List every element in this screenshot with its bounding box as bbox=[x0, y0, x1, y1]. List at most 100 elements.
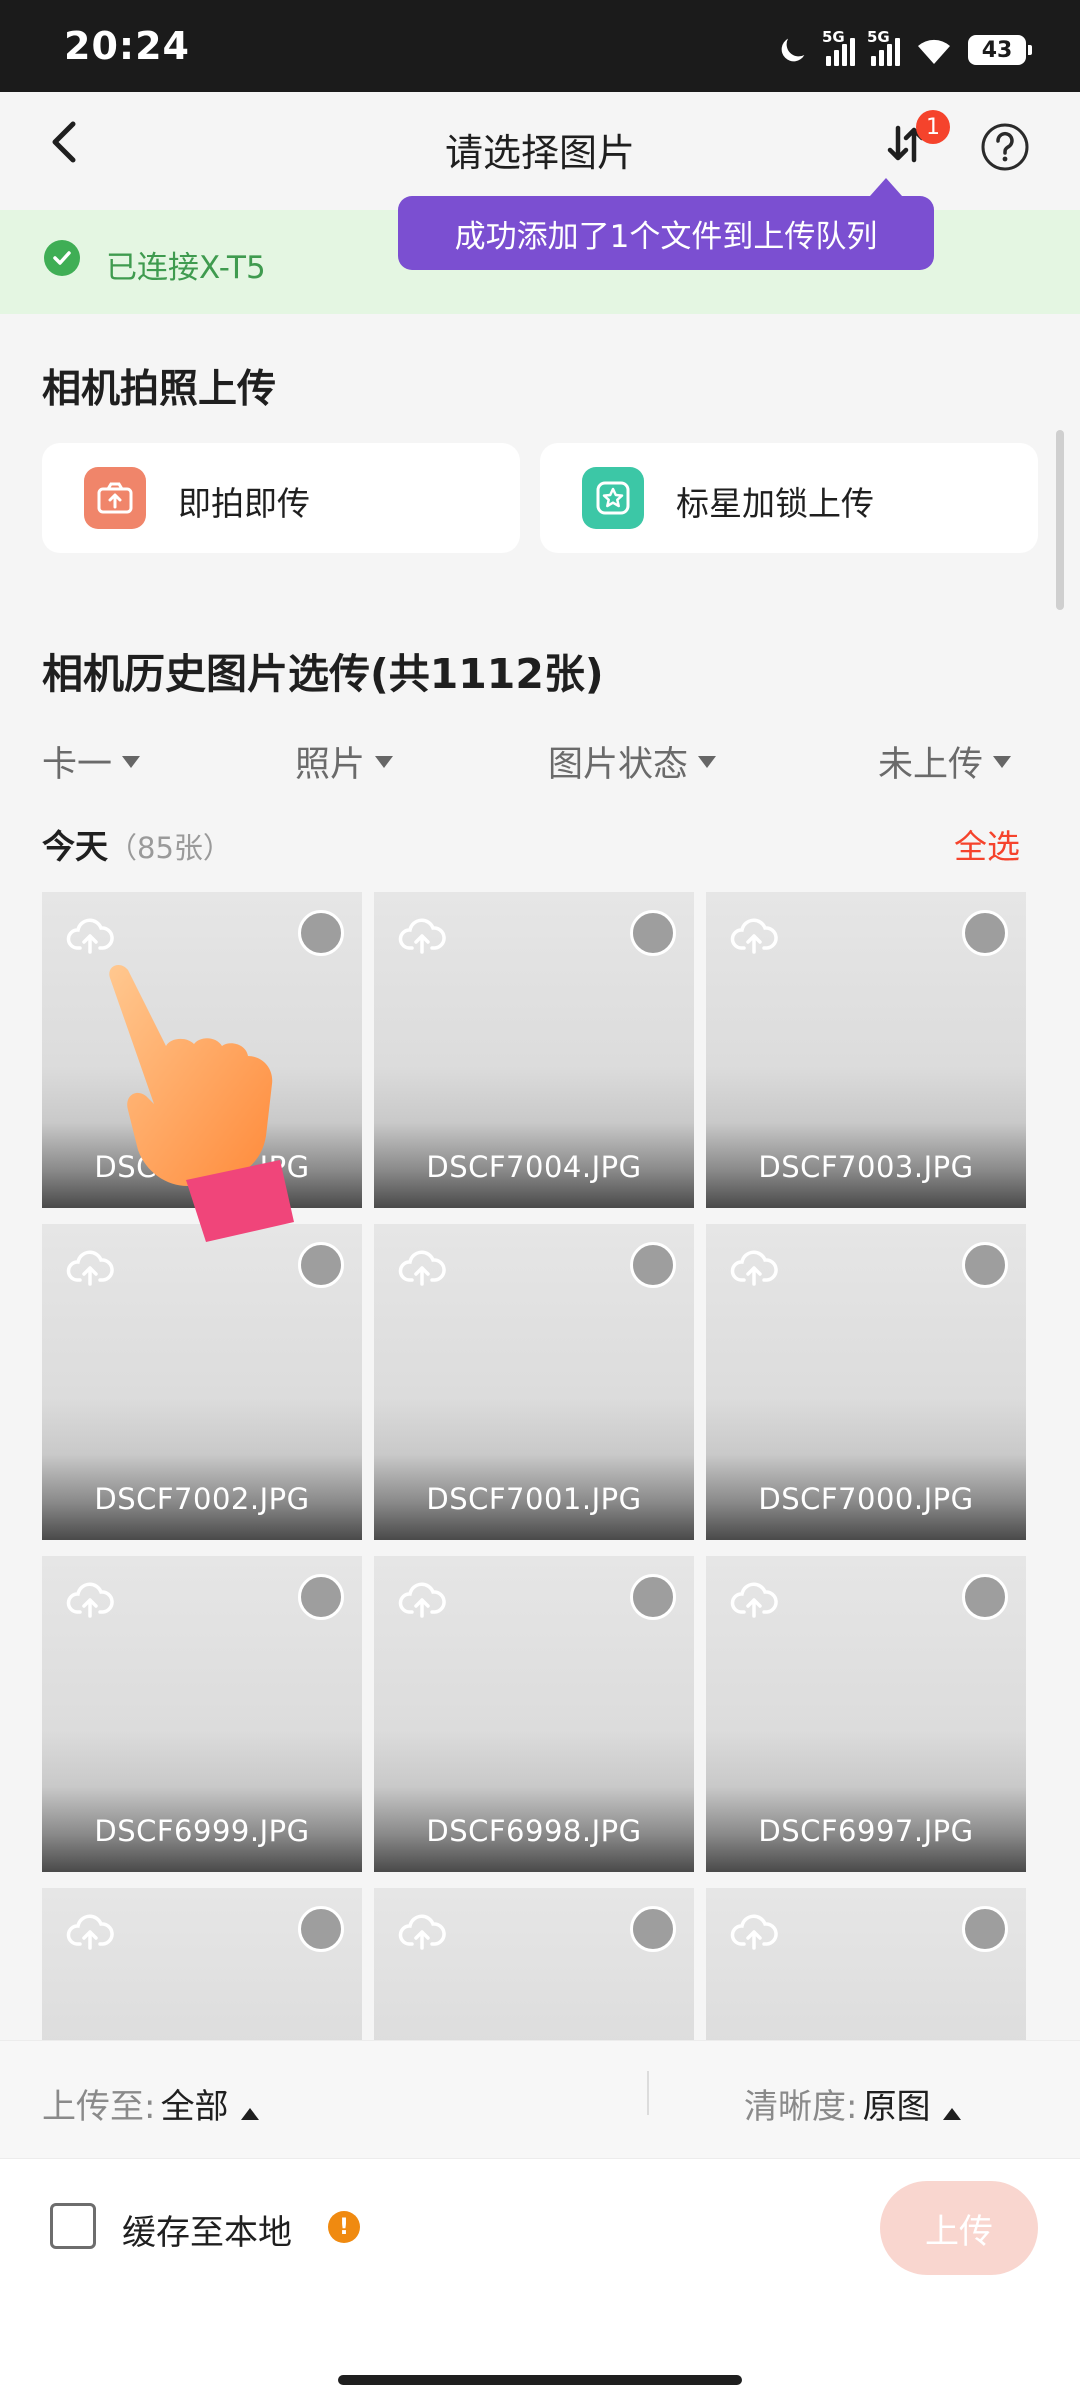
photo-tile[interactable]: DSCF7003.JPG bbox=[706, 892, 1026, 1208]
photo-filename: DSCF6998.JPG bbox=[426, 1814, 642, 1848]
photo-filename: DSCF6999.JPG bbox=[94, 1814, 310, 1848]
select-circle[interactable] bbox=[298, 1906, 344, 1952]
filter-status[interactable]: 图片状态 bbox=[548, 736, 717, 787]
caret-down-icon bbox=[375, 755, 394, 768]
filter-type-label: 照片 bbox=[295, 745, 366, 785]
photo-filename: DSCF6997.JPG bbox=[758, 1814, 974, 1848]
select-circle[interactable] bbox=[962, 1242, 1008, 1288]
upload-target-selector[interactable]: 上传至: 全部 bbox=[42, 2079, 259, 2128]
status-icons: 5G 5G 43 bbox=[776, 28, 1032, 70]
photo-tile[interactable] bbox=[706, 1888, 1026, 2040]
photo-tile[interactable]: DSCF6998.JPG bbox=[374, 1556, 694, 1872]
pointing-hand-icon bbox=[109, 964, 294, 1242]
signal-label-2: 5G bbox=[867, 28, 890, 46]
photo-tile[interactable]: DSCF7001.JPG bbox=[374, 1224, 694, 1540]
select-circle[interactable] bbox=[630, 1906, 676, 1952]
group-label: 今天 bbox=[42, 827, 108, 866]
check-circle-icon bbox=[44, 240, 80, 276]
filter-upload-state[interactable]: 未上传 bbox=[878, 736, 1012, 787]
cache-local-checkbox[interactable] bbox=[50, 2203, 96, 2249]
history-title: 相机历史图片选传(共1112张) bbox=[42, 650, 604, 698]
clarity-selector[interactable]: 清晰度: 原图 bbox=[744, 2079, 961, 2128]
select-circle[interactable] bbox=[298, 1574, 344, 1620]
instant-upload-card[interactable]: 即拍即传 bbox=[42, 443, 520, 553]
status-time: 20:24 bbox=[64, 24, 190, 68]
group-date: 今天（85张） bbox=[42, 820, 232, 868]
photo-filename: DSCF7004.JPG bbox=[426, 1150, 642, 1184]
group-count: （85张） bbox=[108, 831, 232, 865]
help-button[interactable] bbox=[980, 122, 1030, 172]
photo-tile[interactable]: DSCF7004.JPG bbox=[374, 892, 694, 1208]
battery-icon: 43 bbox=[968, 35, 1032, 65]
clarity-label: 清晰度: bbox=[744, 2087, 858, 2127]
instant-upload-label: 即拍即传 bbox=[178, 484, 310, 523]
signal-icon-2: 5G bbox=[867, 28, 900, 66]
cloud-upload-icon bbox=[730, 1582, 778, 1618]
cloud-upload-icon bbox=[398, 1914, 446, 1950]
caret-down-icon bbox=[993, 755, 1012, 768]
cloud-upload-icon bbox=[730, 918, 778, 954]
photo-tile[interactable]: DSCF7000.JPG bbox=[706, 1224, 1026, 1540]
toast-message: 成功添加了1个文件到上传队列 bbox=[398, 196, 934, 270]
cloud-upload-icon bbox=[66, 1914, 114, 1950]
select-circle[interactable] bbox=[630, 910, 676, 956]
queue-count-badge: 1 bbox=[916, 110, 950, 144]
photo-filename: DSCF7002.JPG bbox=[94, 1482, 310, 1516]
signal-label: 5G bbox=[822, 28, 845, 46]
photo-tile[interactable] bbox=[42, 1888, 362, 2040]
upload-button[interactable]: 上传 bbox=[880, 2181, 1038, 2275]
cloud-upload-icon bbox=[398, 918, 446, 954]
photo-filename: DSCF7003.JPG bbox=[758, 1150, 974, 1184]
photo-tile[interactable]: DSCF6999.JPG bbox=[42, 1556, 362, 1872]
filter-card-label: 卡一 bbox=[42, 745, 113, 785]
select-circle[interactable] bbox=[962, 910, 1008, 956]
scrollbar[interactable] bbox=[1056, 430, 1064, 610]
toast-pointer bbox=[870, 178, 902, 196]
cloud-upload-icon bbox=[398, 1250, 446, 1286]
select-circle[interactable] bbox=[298, 910, 344, 956]
caret-down-icon bbox=[698, 755, 717, 768]
clarity-value: 原图 bbox=[862, 2087, 931, 2127]
wifi-icon bbox=[918, 39, 950, 64]
star-lock-upload-label: 标星加锁上传 bbox=[676, 484, 874, 523]
cloud-upload-icon bbox=[730, 1250, 778, 1286]
divider bbox=[647, 2071, 649, 2115]
photo-filename: DSCF7000.JPG bbox=[758, 1482, 974, 1516]
caret-down-icon bbox=[122, 755, 141, 768]
help-icon bbox=[981, 123, 1029, 171]
cloud-upload-icon bbox=[398, 1582, 446, 1618]
caret-up-icon bbox=[240, 2107, 259, 2120]
filter-type[interactable]: 照片 bbox=[295, 736, 394, 787]
star-lock-upload-card[interactable]: 标星加锁上传 bbox=[540, 443, 1038, 553]
upload-options-bar: 上传至: 全部 清晰度: 原图 bbox=[0, 2040, 1080, 2159]
warning-icon[interactable]: ! bbox=[328, 2211, 360, 2243]
select-circle[interactable] bbox=[962, 1906, 1008, 1952]
connection-status: 已连接X-T5 bbox=[106, 250, 266, 286]
photo-filename: DSCF7001.JPG bbox=[426, 1482, 642, 1516]
select-circle[interactable] bbox=[630, 1242, 676, 1288]
home-indicator bbox=[338, 2375, 742, 2385]
filter-status-label: 图片状态 bbox=[548, 745, 689, 785]
upload-target-value: 全部 bbox=[160, 2087, 229, 2127]
upload-target-label: 上传至: bbox=[42, 2087, 156, 2127]
action-bar: 缓存至本地 ! 上传 bbox=[0, 2158, 1080, 2401]
select-circle[interactable] bbox=[962, 1574, 1008, 1620]
select-all-button[interactable]: 全选 bbox=[954, 820, 1020, 868]
photo-tile[interactable]: DSCF7002.JPG bbox=[42, 1224, 362, 1540]
app-header: 请选择图片 1 bbox=[0, 92, 1080, 210]
filter-upload-state-label: 未上传 bbox=[878, 745, 984, 785]
camera-upload-title: 相机拍照上传 bbox=[42, 367, 277, 412]
status-bar: 20:24 5G 5G 43 bbox=[0, 0, 1080, 92]
caret-up-icon bbox=[942, 2107, 961, 2120]
camera-upload-icon bbox=[84, 467, 146, 529]
cloud-upload-icon bbox=[730, 1914, 778, 1950]
photo-tile[interactable]: DSCF6997.JPG bbox=[706, 1556, 1026, 1872]
cache-local-label: 缓存至本地 bbox=[122, 2213, 292, 2253]
photo-tile[interactable] bbox=[374, 1888, 694, 2040]
cloud-upload-icon bbox=[66, 918, 114, 954]
moon-icon bbox=[781, 38, 805, 62]
star-lock-icon bbox=[582, 467, 644, 529]
select-circle[interactable] bbox=[630, 1574, 676, 1620]
cloud-upload-icon bbox=[66, 1250, 114, 1286]
filter-card[interactable]: 卡一 bbox=[42, 736, 141, 787]
